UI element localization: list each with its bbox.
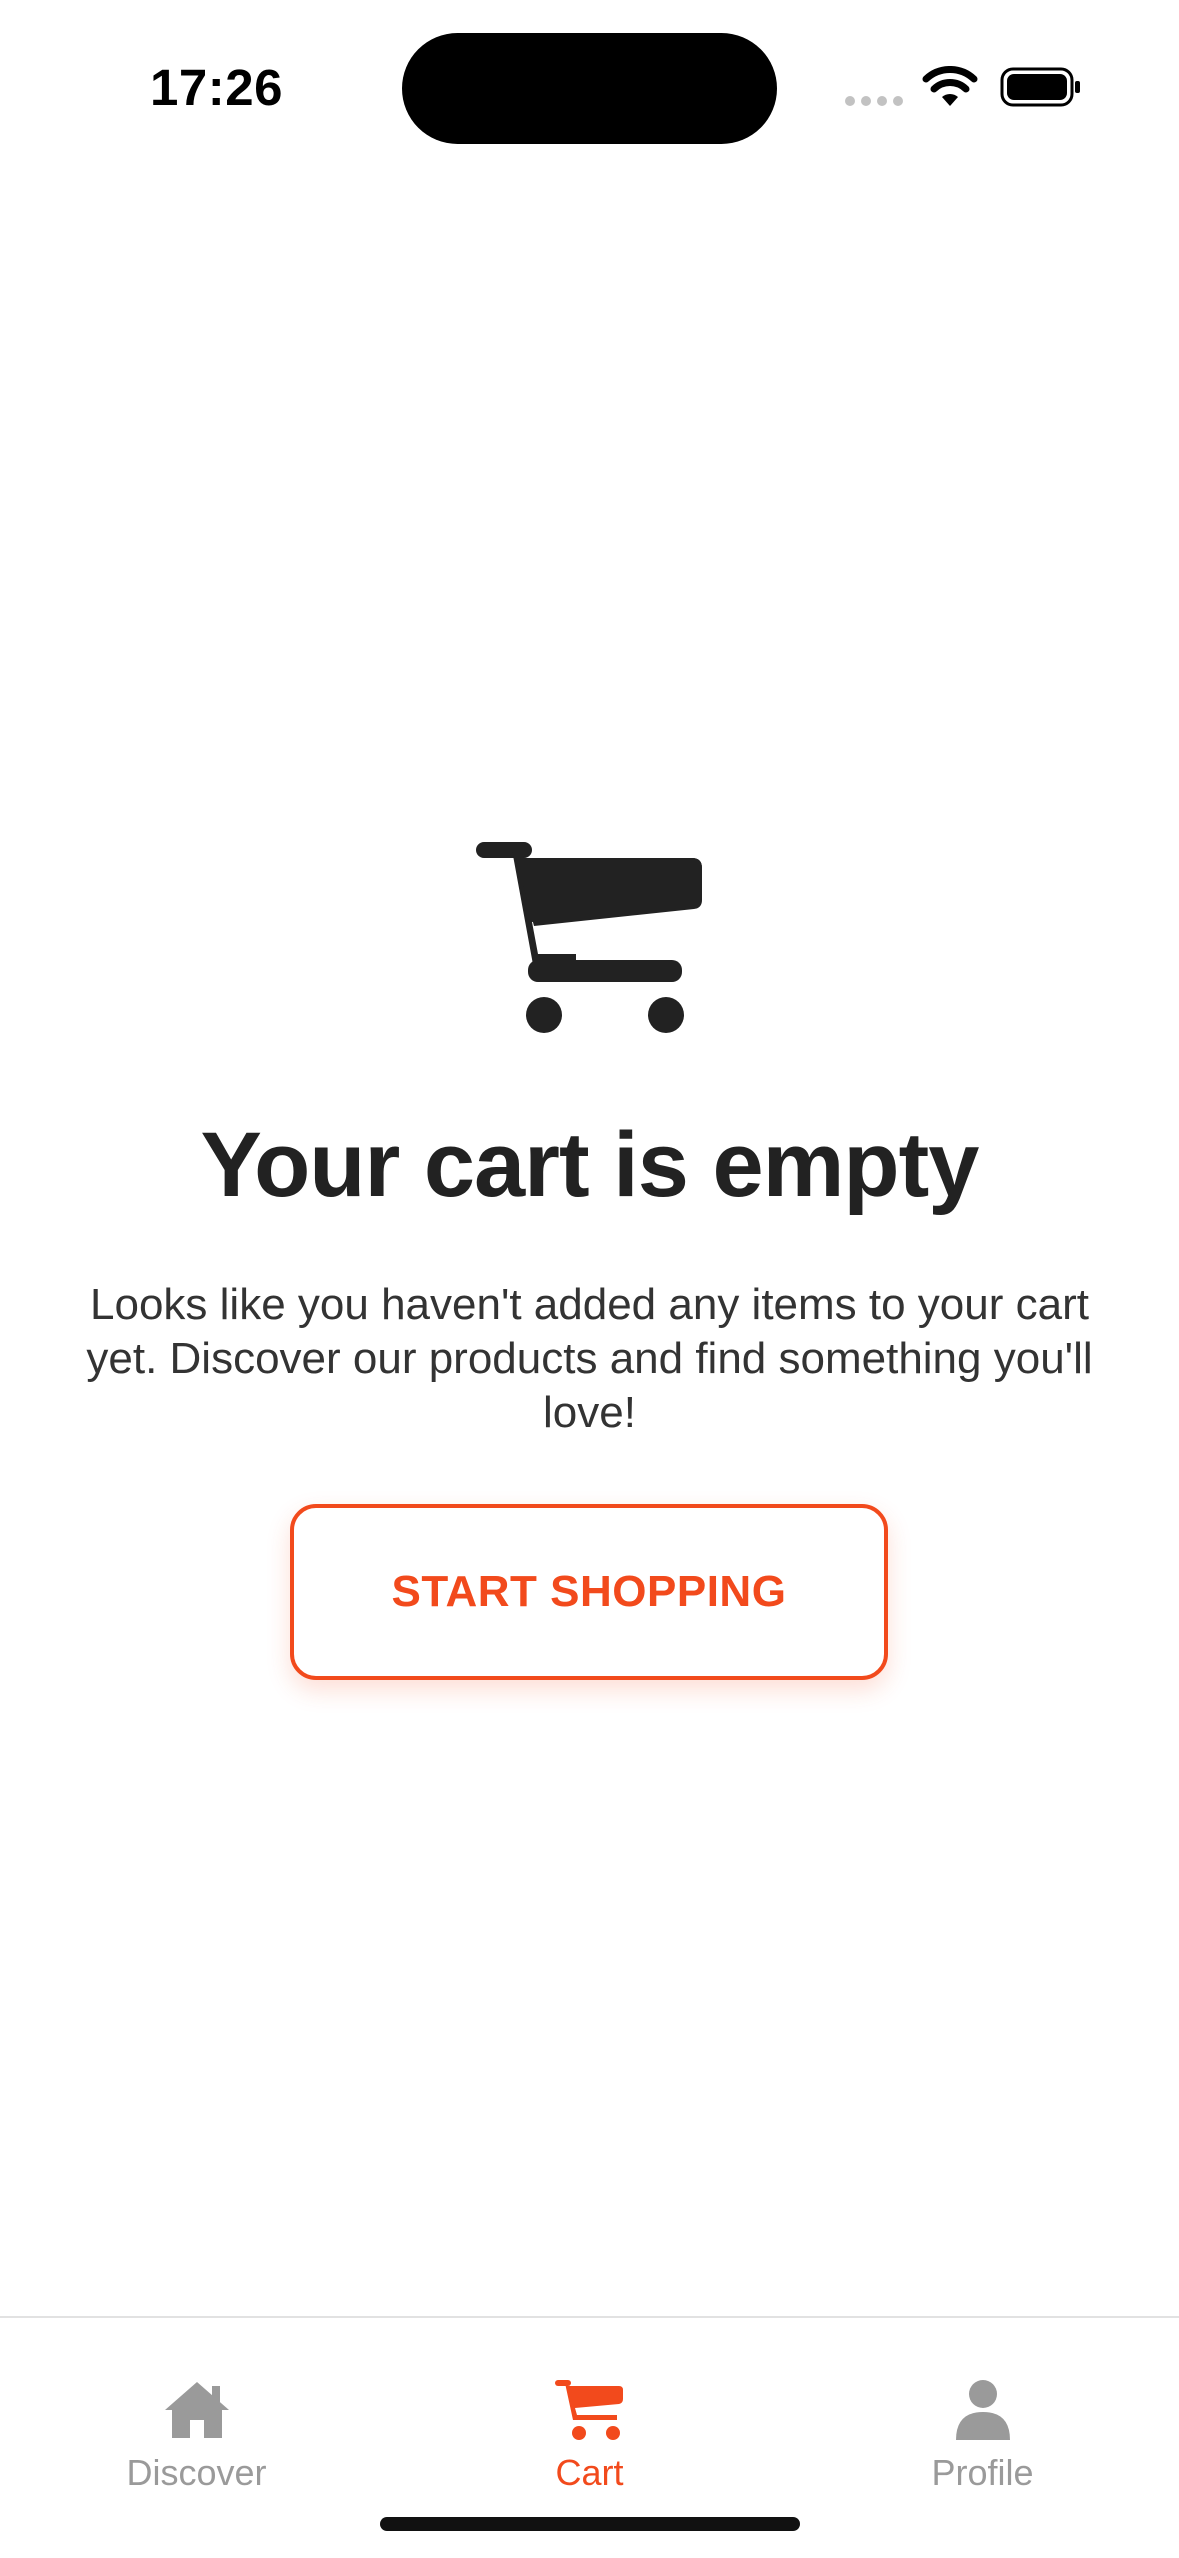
- tab-discover-label: Discover: [126, 2452, 267, 2493]
- status-time: 17:26: [150, 59, 283, 116]
- tab-cart[interactable]: Cart: [393, 2318, 786, 2518]
- status-bar: 17:26: [0, 0, 1179, 170]
- cart-icon: [554, 2380, 623, 2440]
- shopping-cart-icon: [476, 842, 702, 1033]
- home-indicator: [380, 2517, 800, 2531]
- empty-cart-title: Your cart is empty: [200, 1114, 980, 1216]
- start-shopping-button[interactable]: START SHOPPING: [290, 1504, 888, 1680]
- empty-cart-description: Looks like you haven't added any items t…: [86, 1280, 1093, 1437]
- tab-profile-label: Profile: [931, 2452, 1034, 2493]
- person-icon: [955, 2380, 1010, 2440]
- dynamic-island: [402, 33, 777, 144]
- tab-profile[interactable]: Profile: [786, 2318, 1179, 2518]
- tab-discover[interactable]: Discover: [0, 2318, 393, 2518]
- wifi-icon: [922, 66, 978, 106]
- start-shopping-label: START SHOPPING: [391, 1567, 787, 1616]
- cellular-signal-icon: [845, 96, 903, 106]
- battery-icon: [1000, 67, 1080, 107]
- tab-cart-label: Cart: [555, 2452, 624, 2493]
- home-icon: [164, 2382, 229, 2438]
